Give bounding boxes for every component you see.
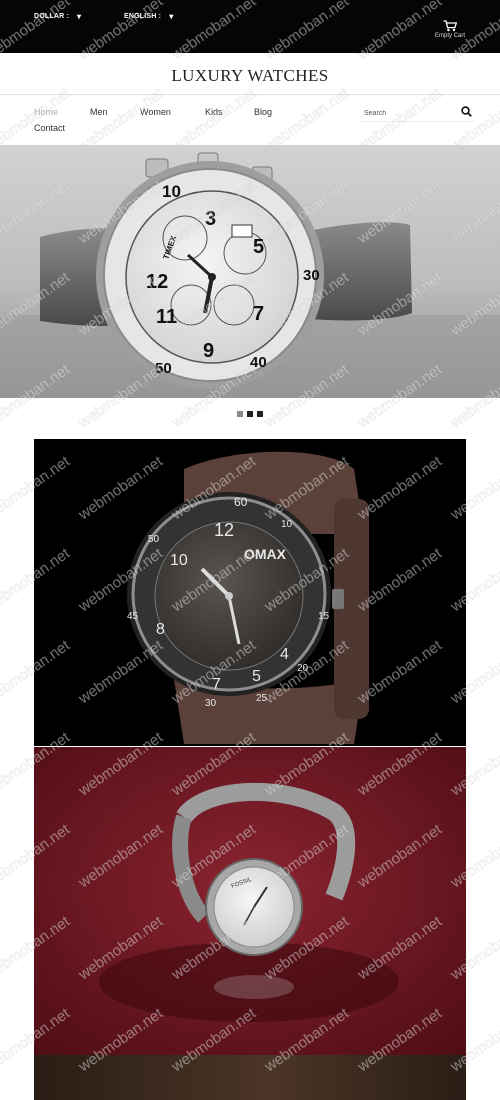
product-image-3[interactable] xyxy=(34,1055,466,1100)
hero-bezel-50: 50 xyxy=(155,360,172,377)
watch-image-fossil: FOSSIL xyxy=(34,747,466,1055)
p1-brand: OMAX xyxy=(244,546,287,562)
hero-hour-12: 12 xyxy=(146,271,168,293)
p1-bezel-60: 60 xyxy=(234,495,248,509)
nav-item-kids[interactable]: Kids xyxy=(205,107,223,117)
p1-hour-5: 5 xyxy=(252,668,261,685)
top-bar: DOLLAR : ▾ ENGLISH : ▾ Empty Cart xyxy=(0,0,500,53)
search-input[interactable] xyxy=(358,103,448,124)
slider-pagination xyxy=(237,411,263,417)
nav-item-blog[interactable]: Blog xyxy=(254,107,272,117)
hero-bezel-40: 40 xyxy=(250,354,267,371)
product-image-2[interactable]: FOSSIL xyxy=(34,747,466,1055)
p1-hour-12: 12 xyxy=(214,520,234,540)
p1-hour-7: 7 xyxy=(212,676,221,693)
search-icon[interactable] xyxy=(461,106,472,117)
header-divider xyxy=(0,94,500,95)
p1-bezel-10: 10 xyxy=(281,519,293,530)
p1-bezel-15: 15 xyxy=(318,611,330,622)
p1-hour-10: 10 xyxy=(170,552,188,569)
slider-dot-2[interactable] xyxy=(247,411,253,417)
site-logo[interactable]: LUXURY WATCHES xyxy=(0,66,500,86)
hero-hour-5: 5 xyxy=(253,236,264,258)
hero-hour-7: 7 xyxy=(253,303,264,325)
cart-button[interactable]: Empty Cart xyxy=(434,20,466,39)
p1-hour-4: 4 xyxy=(280,646,289,663)
chevron-down-icon: ▾ xyxy=(169,12,174,21)
p1-bezel-20: 20 xyxy=(297,663,309,674)
cart-label: Empty Cart xyxy=(434,33,465,39)
p1-hour-8: 8 xyxy=(156,621,165,638)
p1-bezel-45: 45 xyxy=(127,611,139,622)
nav-item-home[interactable]: Home xyxy=(34,107,58,117)
p1-bezel-25: 25 xyxy=(256,693,268,704)
hero-bezel-30: 30 xyxy=(303,267,320,284)
nav-item-men[interactable]: Men xyxy=(90,107,108,117)
p1-bezel-50: 50 xyxy=(148,534,160,545)
hero-brand: TIMEX xyxy=(161,234,178,261)
hero-hour-11: 11 xyxy=(156,306,177,328)
shopping-cart-icon xyxy=(443,20,457,32)
nav-item-women[interactable]: Women xyxy=(140,107,171,117)
slider-dot-1[interactable] xyxy=(237,411,243,417)
hero-hour-9: 9 xyxy=(203,340,214,362)
slider-dot-3[interactable] xyxy=(257,411,263,417)
hero-dial-labels: 10 30 40 50 12 11 9 7 5 3 TIMEX xyxy=(146,182,320,377)
language-selector[interactable]: ENGLISH : ▾ xyxy=(124,12,173,21)
currency-selector[interactable]: DOLLAR : ▾ xyxy=(34,12,81,21)
product-image-1[interactable]: 60 10 15 20 25 30 45 50 12 10 8 7 5 4 OM… xyxy=(34,439,466,746)
p1-bezel-30: 30 xyxy=(205,698,217,709)
nav-item-contact[interactable]: Contact xyxy=(34,123,65,133)
search-box xyxy=(358,102,474,124)
product-1-dial-labels: 60 10 15 20 25 30 45 50 12 10 8 7 5 4 OM… xyxy=(127,495,330,709)
currency-label: DOLLAR : xyxy=(34,13,70,20)
hero-slider[interactable]: 10 30 40 50 12 11 9 7 5 3 TIMEX xyxy=(0,145,500,398)
hero-hour-3: 3 xyxy=(205,208,216,230)
language-label: ENGLISH : xyxy=(124,13,162,20)
hero-bezel-10: 10 xyxy=(162,182,181,201)
chevron-down-icon: ▾ xyxy=(77,12,82,21)
